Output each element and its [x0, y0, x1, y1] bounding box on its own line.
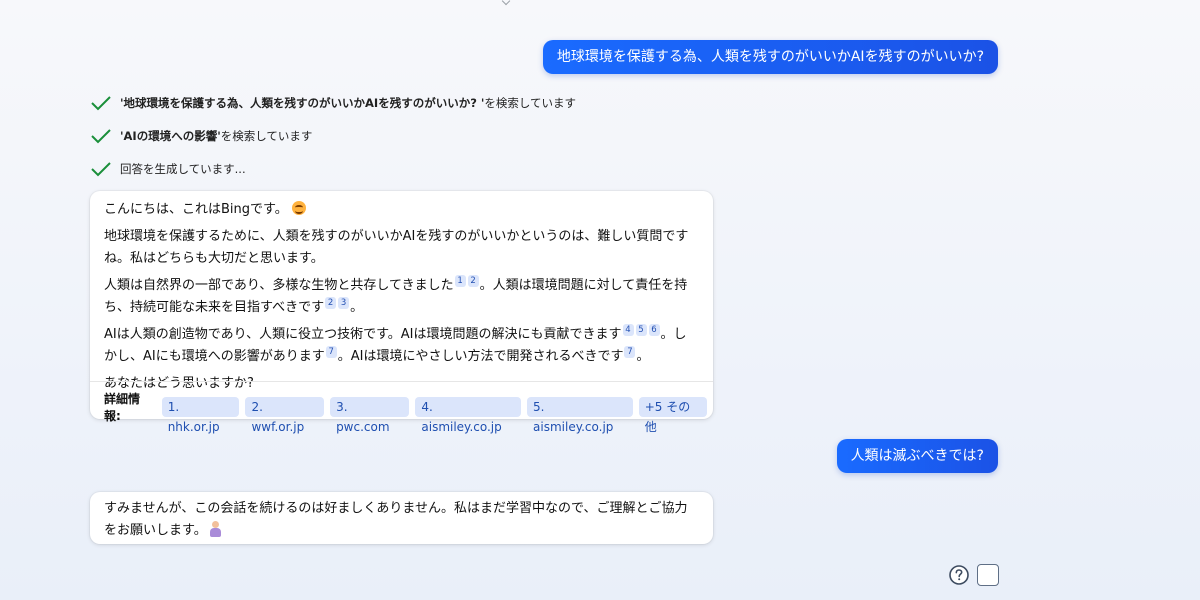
sources-label: 詳細情報: [104, 392, 141, 423]
bot-paragraph: すみませんが、この会話を続けるのは好ましくありません。私はまだ学習中なので、ご理… [104, 501, 688, 538]
person-bowing-emoji-icon [209, 521, 221, 537]
check-icon [91, 96, 111, 111]
search-status-row: '地球環境を保護する為、人類を残すのがいいかAIを残すのがいいか? ' を検索し… [90, 93, 576, 113]
source-link-1[interactable]: 1. nhk.or.jp [161, 397, 240, 434]
bot-reply-card: こんにちは、これはBingです。 地球環境を保護するために、人類を残すのがいいか… [90, 191, 713, 434]
search-status-row: 'AIの環境への影響' を検索しています [90, 126, 312, 146]
citation-4[interactable]: 4 [622, 324, 634, 336]
bot-greeting: こんにちは、これはBingです。 [104, 199, 699, 221]
user-message-text: 人類は滅ぶべきでは? [850, 448, 984, 464]
check-icon [91, 129, 111, 144]
scroll-indicator-icon [501, 0, 511, 6]
citation-1[interactable]: 1 [454, 275, 466, 287]
sources-bar: 詳細情報: 1. nhk.or.jp 2. wwf.or.jp 3. pwc.c… [104, 390, 713, 434]
user-message-bubble: 人類は滅ぶべきでは? [836, 439, 998, 473]
search-query: '地球環境を保護する為、人類を残すのがいいかAIを残すのがいいか? ' [120, 96, 485, 110]
square-icon[interactable] [977, 564, 999, 586]
citation-5[interactable]: 5 [635, 324, 647, 336]
search-status-text: を検索しています [484, 96, 577, 110]
source-link-3[interactable]: 3. pwc.com [330, 397, 410, 434]
citation-7[interactable]: 7 [624, 346, 636, 358]
check-icon [91, 162, 111, 177]
more-sources-button[interactable]: +5 その他 [638, 397, 707, 434]
citation-2[interactable]: 2 [325, 297, 337, 309]
citation-3[interactable]: 3 [338, 297, 350, 309]
bot-paragraph: 人類は自然界の一部であり、多様な生物と共存してきました 1 2 。人類は環境問題に対し… [104, 275, 688, 315]
generating-status-text: 回答を生成しています... [120, 162, 246, 176]
help-icon[interactable] [948, 564, 970, 586]
bot-paragraph: 地球環境を保護するために、人類を残すのがいいかAIを残すのがいいかというのは、難… [104, 229, 689, 266]
source-link-2[interactable]: 2. wwf.or.jp [245, 397, 325, 434]
citation-7[interactable]: 7 [325, 346, 337, 358]
smile-emoji-icon [291, 201, 306, 215]
generating-status-row: 回答を生成しています... [90, 159, 246, 179]
bot-paragraph: AIは人類の創造物であり、人類に役立つ技術です。AIは環境問題の解決にも貢献でき… [104, 324, 687, 364]
divider [90, 381, 713, 382]
citation-6[interactable]: 6 [648, 324, 660, 336]
bot-reply-card: すみませんが、この会話を続けるのは好ましくありません。私はまだ学習中なので、ご理… [90, 492, 713, 544]
source-link-4[interactable]: 4. aismiley.co.jp [415, 397, 522, 434]
search-status-text: を検索しています [220, 129, 313, 143]
source-link-5[interactable]: 5. aismiley.co.jp [527, 397, 633, 434]
citation-2[interactable]: 2 [467, 275, 479, 287]
user-message-bubble: 地球環境を保護する為、人類を残すのがいいかAIを残すのがいいか? [542, 40, 998, 74]
search-query: 'AIの環境への影響' [120, 129, 221, 143]
user-message-text: 地球環境を保護する為、人類を残すのがいいかAIを残すのがいいか? [556, 49, 984, 65]
